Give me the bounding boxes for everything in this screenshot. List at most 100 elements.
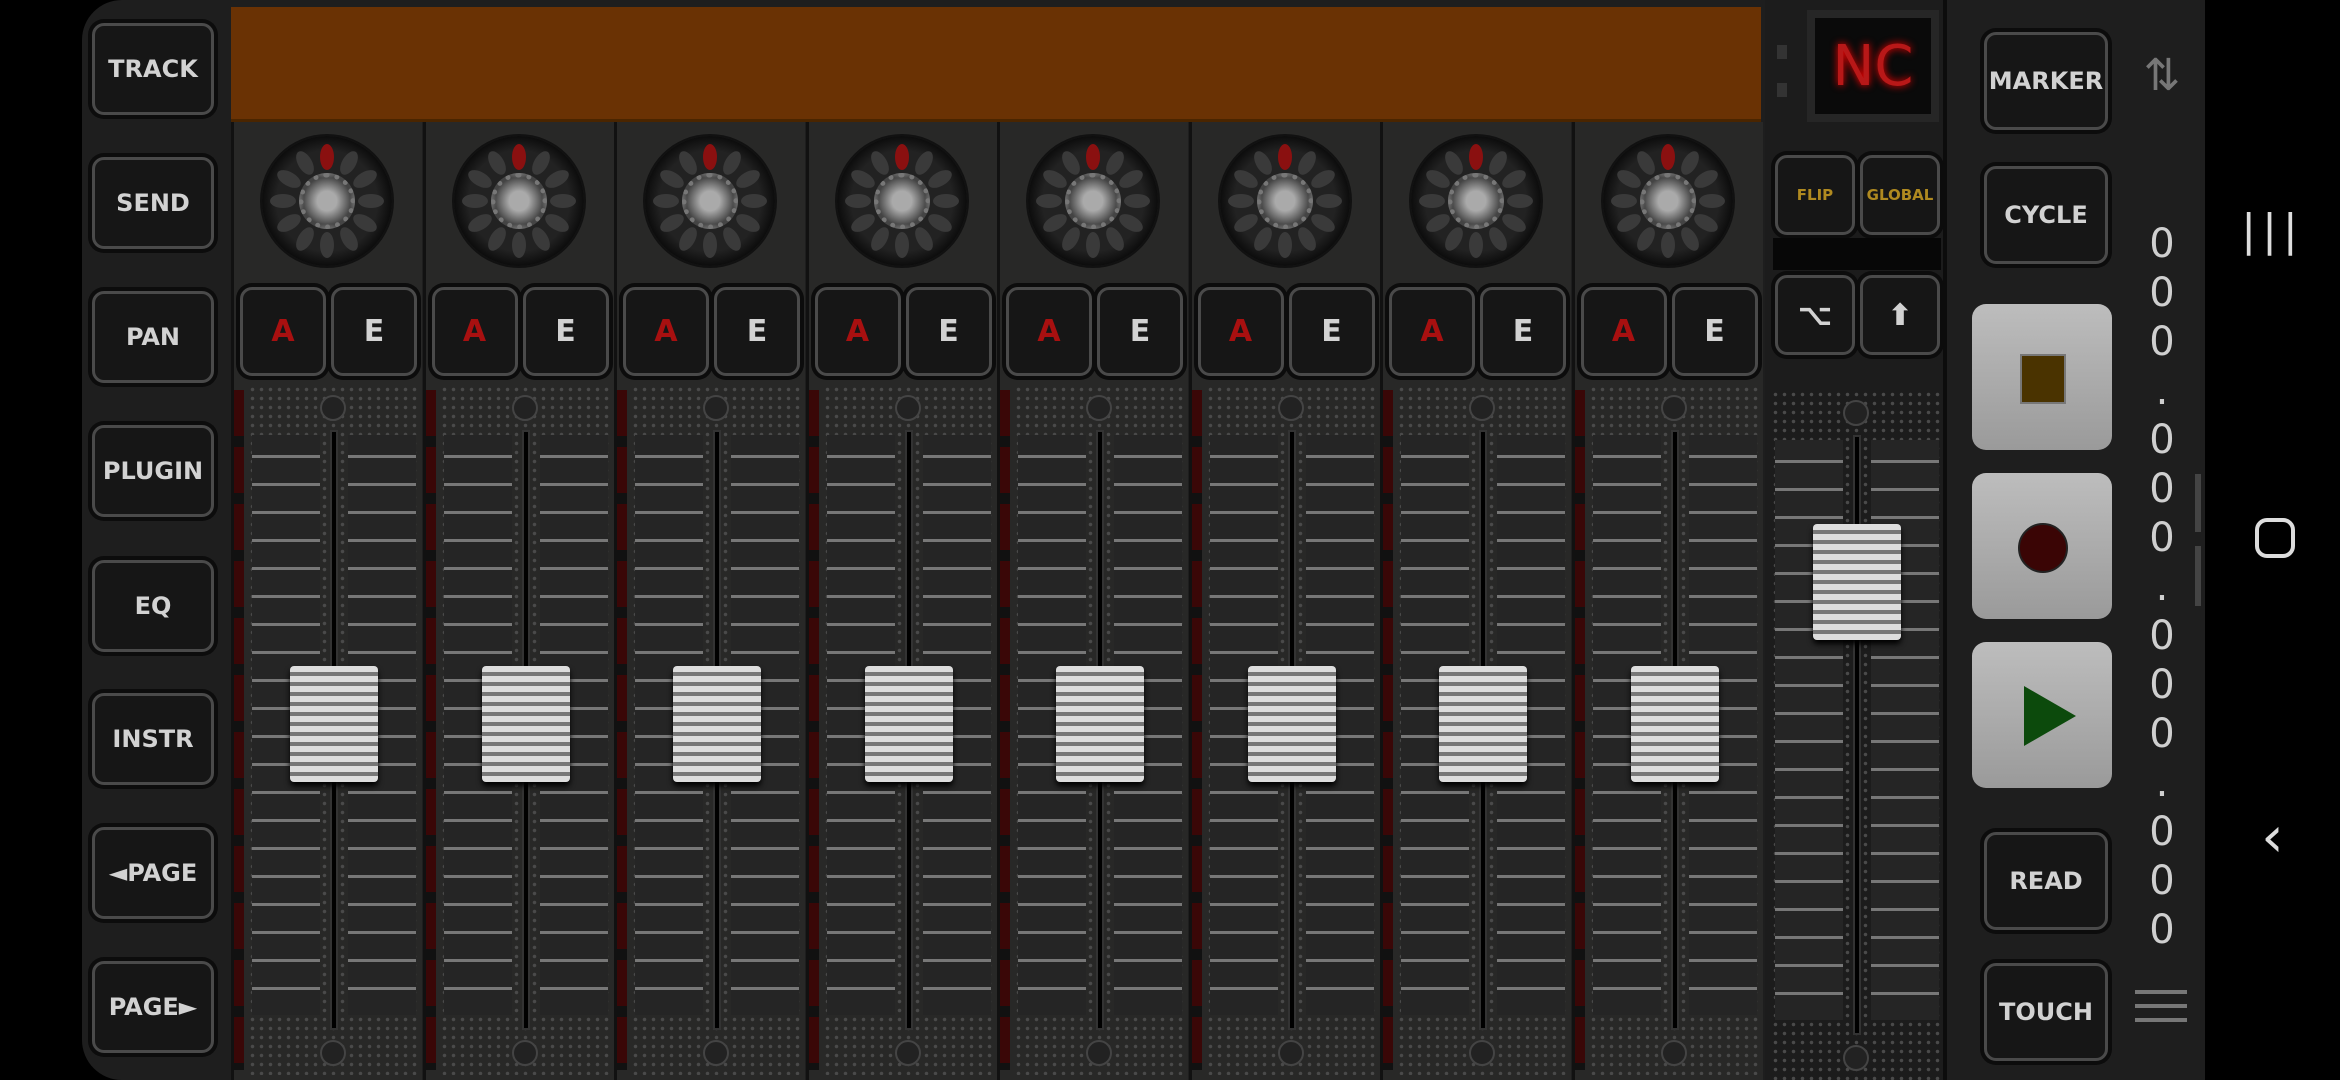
menu-icon[interactable] [2135,990,2187,1024]
mode-button-pan[interactable]: PAN [92,291,214,383]
marker-button[interactable]: MARKER [1984,32,2108,130]
pan-knob[interactable] [1602,136,1733,266]
timecode-digit: 0 [2149,907,2175,953]
option-key-icon[interactable]: ⌥ [1775,275,1855,355]
level-meter [808,390,819,1070]
automation-button[interactable]: A [1580,287,1667,376]
timecode-digit: 0 [2149,711,2175,757]
timecode-digit: 0 [2149,270,2175,316]
level-meter [234,390,244,1070]
fader-track [1397,385,1569,1075]
level-meter [1383,390,1393,1070]
automation-button[interactable]: A [431,287,518,376]
scrollbar[interactable] [2195,474,2201,532]
channel-strip: A E [1188,122,1380,1080]
timecode-digit: 0 [2149,662,2175,708]
automation-button[interactable]: A [1197,287,1284,376]
edit-button[interactable]: E [1671,287,1758,376]
record-button[interactable] [1972,473,2112,619]
timecode-digit: 0 [2149,221,2175,267]
mode-button-track[interactable]: TRACK [92,23,214,115]
edit-button[interactable]: E [1480,287,1566,376]
pan-knob[interactable] [1411,136,1541,266]
channel-strip: A E [997,122,1188,1080]
master-section: NC FLIP GLOBAL ⌥ ⬆ [1765,0,1947,1080]
timecode-digit: . [2155,368,2169,414]
stop-button[interactable] [1972,304,2112,450]
channel-strip: A E [231,122,422,1080]
mode-button-page-next[interactable]: PAGE► [92,961,214,1053]
channel-fader[interactable] [1247,666,1336,782]
edit-button[interactable]: E [714,287,800,376]
record-icon [2018,523,2068,573]
channel-fader[interactable] [481,666,570,782]
level-meter [425,390,436,1070]
mode-button-eq[interactable]: EQ [92,560,214,652]
timecode-digit: 0 [2149,515,2175,561]
channel-fader[interactable] [673,666,761,782]
pan-knob[interactable] [1028,136,1158,266]
timecode-display: 000.000.000.000 [2132,220,2192,955]
automation-button[interactable]: A [1389,287,1475,376]
channel-strip: A E [422,122,614,1080]
read-button[interactable]: READ [1984,832,2108,930]
fader-track [248,385,420,1075]
global-button[interactable]: GLOBAL [1860,155,1940,235]
automation-button[interactable]: A [623,287,709,376]
mixer-app: TRACK SEND PAN PLUGIN EQ INSTR ◄PAGE PAGE► A E … [82,0,2205,1080]
edit-button[interactable]: E [905,287,992,376]
timecode-digit: . [2155,564,2169,610]
fader-track [822,385,995,1075]
fader-track [439,385,612,1075]
mode-button-page-prev[interactable]: ◄PAGE [92,827,214,919]
home-icon[interactable] [2255,518,2295,558]
timecode-digit: 0 [2149,858,2175,904]
touch-button[interactable]: TOUCH [1984,963,2108,1061]
edit-button[interactable]: E [1288,287,1375,376]
recents-icon[interactable]: ||| [2205,205,2340,256]
channel-strip: A E [1380,122,1571,1080]
swap-arrows-icon[interactable]: ⇅ [2132,50,2192,101]
scrollbar[interactable] [2195,546,2201,606]
automation-button[interactable]: A [814,287,901,376]
pan-knob[interactable] [1219,136,1350,266]
flip-button[interactable]: FLIP [1775,155,1855,235]
play-button[interactable] [1972,642,2112,788]
pan-knob[interactable] [836,136,967,266]
timecode-digit: 0 [2149,809,2175,855]
edit-button[interactable]: E [1097,287,1183,376]
timecode-digit: 0 [2149,417,2175,463]
master-fader-track [1771,390,1943,1080]
mode-button-instr[interactable]: INSTR [92,693,214,785]
mode-button-plugin[interactable]: PLUGIN [92,425,214,517]
track-name-bar [231,7,1761,122]
mode-button-send[interactable]: SEND [92,157,214,249]
pan-knob[interactable] [453,136,584,266]
channel-fader[interactable] [1630,666,1719,782]
back-icon[interactable]: ‹ [2205,805,2340,870]
level-meter [1191,390,1202,1070]
automation-button[interactable]: A [1006,287,1092,376]
channel-fader[interactable] [864,666,953,782]
timecode-digit: 0 [2149,466,2175,512]
timecode-digit: 0 [2149,613,2175,659]
channel-fader[interactable] [1439,666,1527,782]
channel-strip: A E [1571,122,1763,1080]
pan-knob[interactable] [262,136,392,266]
cycle-button[interactable]: CYCLE [1984,166,2108,264]
edit-button[interactable]: E [331,287,417,376]
shift-arrow-icon[interactable]: ⬆ [1860,275,1940,355]
android-nav-bar: ||| ‹ [2205,0,2340,1080]
level-meter [1574,390,1585,1070]
fader-track [631,385,803,1075]
play-icon [2024,686,2076,746]
master-fader[interactable] [1813,524,1901,640]
channel-strip: A E [614,122,805,1080]
channel-fader[interactable] [1056,666,1144,782]
pan-knob[interactable] [645,136,775,266]
channel-fader[interactable] [290,666,378,782]
fader-track [1588,385,1761,1075]
fader-track [1014,385,1186,1075]
automation-button[interactable]: A [240,287,326,376]
edit-button[interactable]: E [522,287,609,376]
